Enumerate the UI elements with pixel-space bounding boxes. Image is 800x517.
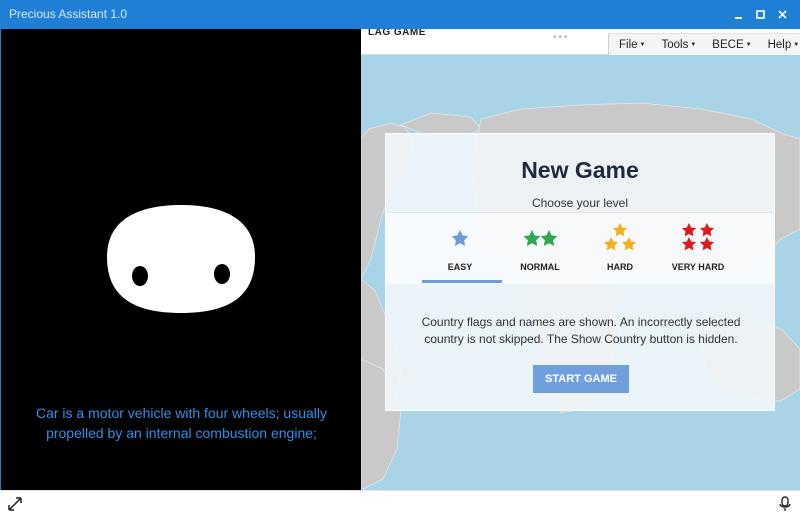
new-game-dialog: New Game Choose your level EASY NORMAL H…: [385, 133, 775, 411]
microphone-icon[interactable]: [779, 496, 791, 512]
status-bar: [0, 490, 800, 517]
title-bar: Precious Assistant 1.0: [0, 0, 800, 29]
level-normal[interactable]: NORMAL: [496, 223, 584, 283]
star-icon: [523, 230, 558, 246]
level-selector: EASY NORMAL HARD VERY HARD: [386, 212, 774, 284]
menu-help-label: Help: [767, 38, 792, 51]
assistant-face-icon: [107, 205, 255, 313]
chevron-down-icon: ▼: [639, 41, 646, 48]
window-controls: [728, 6, 794, 24]
menu-bece-label: BECE: [712, 38, 744, 51]
menu-file-label: File: [619, 38, 638, 51]
window-title: Precious Assistant 1.0: [9, 7, 128, 21]
assistant-pane: Car is a motor vehicle with four wheels;…: [0, 29, 361, 490]
chevron-down-icon: ▼: [793, 41, 800, 48]
level-hard-label: HARD: [607, 262, 633, 272]
star-icon: [603, 223, 637, 251]
flag-game-pane: LAG GAME ••• File ▼ Tools ▼ BECE ▼ Help ▼ Ne…: [361, 29, 800, 490]
level-easy[interactable]: EASY: [416, 223, 504, 283]
maximize-icon: [756, 10, 765, 19]
more-options-icon[interactable]: •••: [553, 32, 570, 43]
minimize-icon: [735, 17, 742, 19]
close-icon: [778, 10, 787, 19]
level-very-hard[interactable]: VERY HARD: [654, 223, 742, 283]
star-icon: [681, 223, 715, 251]
menu-bar: File ▼ Tools ▼ BECE ▼ Help ▼: [608, 33, 800, 55]
menu-tools[interactable]: Tools ▼: [651, 34, 702, 55]
level-very-hard-label: VERY HARD: [671, 262, 725, 272]
selected-level-indicator: [422, 280, 502, 283]
minimize-button[interactable]: [728, 6, 750, 24]
level-normal-label: NORMAL: [520, 262, 560, 272]
menu-help[interactable]: Help ▼: [758, 34, 800, 55]
menu-bece[interactable]: BECE ▼: [702, 34, 757, 55]
start-game-button[interactable]: START GAME: [533, 365, 629, 393]
game-title: LAG GAME: [368, 29, 426, 38]
chevron-down-icon: ▼: [745, 41, 752, 48]
menu-tools-label: Tools: [661, 38, 689, 51]
close-button[interactable]: [772, 6, 794, 24]
expand-icon[interactable]: [7, 496, 23, 512]
dialog-subtitle: Choose your level: [531, 196, 629, 210]
dialog-title: New Game: [521, 157, 639, 183]
game-top-bar: LAG GAME ••• File ▼ Tools ▼ BECE ▼ Help ▼: [361, 29, 800, 55]
menu-file[interactable]: File ▼: [609, 34, 651, 55]
level-description: Country flags and names are shown. An in…: [421, 315, 741, 346]
level-hard[interactable]: HARD: [576, 223, 664, 283]
assistant-caption: Car is a motor vehicle with four wheels;…: [35, 405, 327, 441]
level-easy-label: EASY: [447, 262, 473, 272]
star-icon: [451, 230, 469, 246]
maximize-button[interactable]: [750, 6, 772, 24]
chevron-down-icon: ▼: [690, 41, 697, 48]
